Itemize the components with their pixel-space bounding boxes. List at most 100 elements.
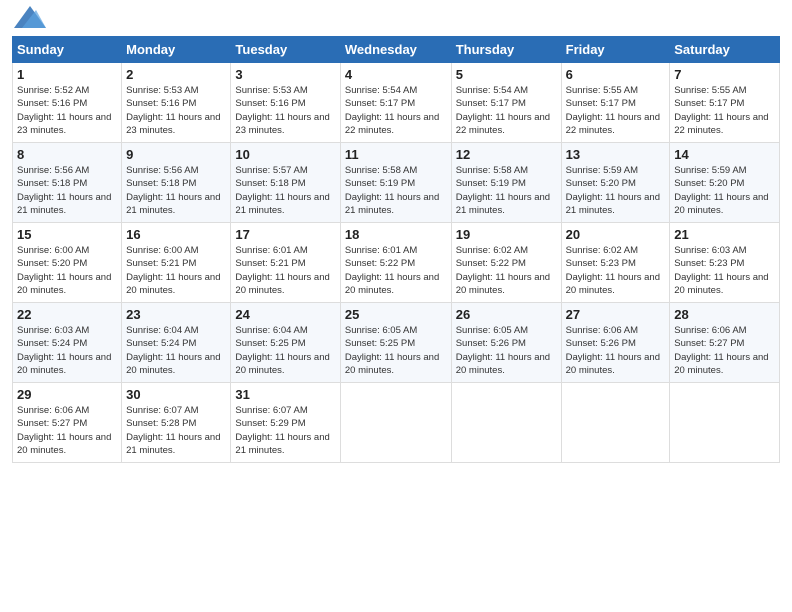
calendar-day-cell: 30 Sunrise: 6:07 AM Sunset: 5:28 PM Dayli… [122, 383, 231, 463]
calendar-day-cell: 20 Sunrise: 6:02 AM Sunset: 5:23 PM Dayli… [561, 223, 670, 303]
weekday-header-sunday: Sunday [13, 37, 122, 63]
day-info: Sunrise: 5:53 AM Sunset: 5:16 PM Dayligh… [126, 84, 226, 137]
logo [12, 10, 46, 28]
header [12, 10, 780, 28]
empty-cell [340, 383, 451, 463]
calendar-day-cell: 5 Sunrise: 5:54 AM Sunset: 5:17 PM Daylig… [451, 63, 561, 143]
calendar-day-cell: 23Sunrise: 6:04 AM Sunset: 5:24 PM Dayli… [122, 303, 231, 383]
day-number: 4 [345, 67, 447, 82]
calendar-day-cell: 17Sunrise: 6:01 AM Sunset: 5:21 PM Dayli… [231, 223, 340, 303]
weekday-header-saturday: Saturday [670, 37, 780, 63]
day-info: Sunrise: 6:07 AM Sunset: 5:28 PM Dayligh… [126, 404, 226, 457]
weekday-header-thursday: Thursday [451, 37, 561, 63]
day-number: 28 [674, 307, 775, 322]
calendar-day-cell: 16 Sunrise: 6:00 AM Sunset: 5:21 PM Dayli… [122, 223, 231, 303]
day-info: Sunrise: 5:56 AM Sunset: 5:18 PM Dayligh… [17, 164, 117, 217]
calendar-day-cell: 8 Sunrise: 5:56 AM Sunset: 5:18 PM Daylig… [13, 143, 122, 223]
calendar-week-row: 29 Sunrise: 6:06 AM Sunset: 5:27 PM Dayli… [13, 383, 780, 463]
day-number: 30 [126, 387, 226, 402]
day-number: 1 [17, 67, 117, 82]
day-number: 25 [345, 307, 447, 322]
calendar-day-cell: 6Sunrise: 5:55 AM Sunset: 5:17 PM Daylig… [561, 63, 670, 143]
day-info: Sunrise: 5:58 AM Sunset: 5:19 PM Dayligh… [345, 164, 447, 217]
day-number: 13 [566, 147, 666, 162]
day-number: 20 [566, 227, 666, 242]
calendar-day-cell: 11 Sunrise: 5:58 AM Sunset: 5:19 PM Dayli… [340, 143, 451, 223]
day-number: 5 [456, 67, 557, 82]
day-info: Sunrise: 6:06 AM Sunset: 5:27 PM Dayligh… [674, 324, 775, 377]
day-info: Sunrise: 6:05 AM Sunset: 5:26 PM Dayligh… [456, 324, 557, 377]
day-info: Sunrise: 5:52 AM Sunset: 5:16 PM Dayligh… [17, 84, 117, 137]
weekday-header-tuesday: Tuesday [231, 37, 340, 63]
empty-cell [451, 383, 561, 463]
calendar-day-cell: 15 Sunrise: 6:00 AM Sunset: 5:20 PM Dayli… [13, 223, 122, 303]
day-info: Sunrise: 5:56 AM Sunset: 5:18 PM Dayligh… [126, 164, 226, 217]
calendar-week-row: 1 Sunrise: 5:52 AM Sunset: 5:16 PM Daylig… [13, 63, 780, 143]
day-info: Sunrise: 6:06 AM Sunset: 5:27 PM Dayligh… [17, 404, 117, 457]
day-number: 10 [235, 147, 335, 162]
calendar-day-cell: 4 Sunrise: 5:54 AM Sunset: 5:17 PM Daylig… [340, 63, 451, 143]
day-number: 11 [345, 147, 447, 162]
calendar-day-cell: 14Sunrise: 5:59 AM Sunset: 5:20 PM Dayli… [670, 143, 780, 223]
calendar-day-cell: 27 Sunrise: 6:06 AM Sunset: 5:26 PM Dayli… [561, 303, 670, 383]
day-number: 31 [235, 387, 335, 402]
calendar-day-cell: 29 Sunrise: 6:06 AM Sunset: 5:27 PM Dayli… [13, 383, 122, 463]
day-number: 23 [126, 307, 226, 322]
empty-cell [670, 383, 780, 463]
day-number: 3 [235, 67, 335, 82]
day-number: 8 [17, 147, 117, 162]
day-info: Sunrise: 6:06 AM Sunset: 5:26 PM Dayligh… [566, 324, 666, 377]
day-number: 9 [126, 147, 226, 162]
calendar-day-cell: 21 Sunrise: 6:03 AM Sunset: 5:23 PM Dayli… [670, 223, 780, 303]
empty-cell [561, 383, 670, 463]
day-info: Sunrise: 6:00 AM Sunset: 5:21 PM Dayligh… [126, 244, 226, 297]
day-info: Sunrise: 6:04 AM Sunset: 5:25 PM Dayligh… [235, 324, 335, 377]
weekday-header-monday: Monday [122, 37, 231, 63]
day-number: 17 [235, 227, 335, 242]
calendar-day-cell: 3 Sunrise: 5:53 AM Sunset: 5:16 PM Daylig… [231, 63, 340, 143]
calendar-day-cell: 26 Sunrise: 6:05 AM Sunset: 5:26 PM Dayli… [451, 303, 561, 383]
day-info: Sunrise: 6:03 AM Sunset: 5:24 PM Dayligh… [17, 324, 117, 377]
calendar-table: SundayMondayTuesdayWednesdayThursdayFrid… [12, 36, 780, 463]
calendar-day-cell: 1 Sunrise: 5:52 AM Sunset: 5:16 PM Daylig… [13, 63, 122, 143]
calendar-body: 1 Sunrise: 5:52 AM Sunset: 5:16 PM Daylig… [13, 63, 780, 463]
day-info: Sunrise: 5:53 AM Sunset: 5:16 PM Dayligh… [235, 84, 335, 137]
day-number: 16 [126, 227, 226, 242]
day-info: Sunrise: 6:02 AM Sunset: 5:22 PM Dayligh… [456, 244, 557, 297]
day-number: 18 [345, 227, 447, 242]
day-info: Sunrise: 5:57 AM Sunset: 5:18 PM Dayligh… [235, 164, 335, 217]
day-number: 19 [456, 227, 557, 242]
day-number: 2 [126, 67, 226, 82]
day-number: 12 [456, 147, 557, 162]
calendar-day-cell: 25 Sunrise: 6:05 AM Sunset: 5:25 PM Dayli… [340, 303, 451, 383]
day-info: Sunrise: 5:59 AM Sunset: 5:20 PM Dayligh… [674, 164, 775, 217]
day-number: 22 [17, 307, 117, 322]
day-number: 29 [17, 387, 117, 402]
day-info: Sunrise: 5:54 AM Sunset: 5:17 PM Dayligh… [456, 84, 557, 137]
weekday-header-wednesday: Wednesday [340, 37, 451, 63]
day-number: 15 [17, 227, 117, 242]
day-info: Sunrise: 6:01 AM Sunset: 5:22 PM Dayligh… [345, 244, 447, 297]
calendar-day-cell: 22 Sunrise: 6:03 AM Sunset: 5:24 PM Dayli… [13, 303, 122, 383]
page-container: SundayMondayTuesdayWednesdayThursdayFrid… [0, 0, 792, 473]
day-info: Sunrise: 5:55 AM Sunset: 5:17 PM Dayligh… [566, 84, 666, 137]
day-number: 27 [566, 307, 666, 322]
calendar-day-cell: 2 Sunrise: 5:53 AM Sunset: 5:16 PM Daylig… [122, 63, 231, 143]
calendar-week-row: 8 Sunrise: 5:56 AM Sunset: 5:18 PM Daylig… [13, 143, 780, 223]
day-info: Sunrise: 6:02 AM Sunset: 5:23 PM Dayligh… [566, 244, 666, 297]
day-number: 21 [674, 227, 775, 242]
day-info: Sunrise: 6:05 AM Sunset: 5:25 PM Dayligh… [345, 324, 447, 377]
calendar-day-cell: 13Sunrise: 5:59 AM Sunset: 5:20 PM Dayli… [561, 143, 670, 223]
day-number: 26 [456, 307, 557, 322]
calendar-day-cell: 31Sunrise: 6:07 AM Sunset: 5:29 PM Dayli… [231, 383, 340, 463]
day-info: Sunrise: 6:00 AM Sunset: 5:20 PM Dayligh… [17, 244, 117, 297]
calendar-day-cell: 12 Sunrise: 5:58 AM Sunset: 5:19 PM Dayli… [451, 143, 561, 223]
day-info: Sunrise: 5:58 AM Sunset: 5:19 PM Dayligh… [456, 164, 557, 217]
calendar-day-cell: 28 Sunrise: 6:06 AM Sunset: 5:27 PM Dayli… [670, 303, 780, 383]
day-info: Sunrise: 6:03 AM Sunset: 5:23 PM Dayligh… [674, 244, 775, 297]
day-info: Sunrise: 5:54 AM Sunset: 5:17 PM Dayligh… [345, 84, 447, 137]
calendar-day-cell: 19 Sunrise: 6:02 AM Sunset: 5:22 PM Dayli… [451, 223, 561, 303]
calendar-day-cell: 7Sunrise: 5:55 AM Sunset: 5:17 PM Daylig… [670, 63, 780, 143]
day-info: Sunrise: 5:55 AM Sunset: 5:17 PM Dayligh… [674, 84, 775, 137]
logo-icon [14, 6, 46, 28]
